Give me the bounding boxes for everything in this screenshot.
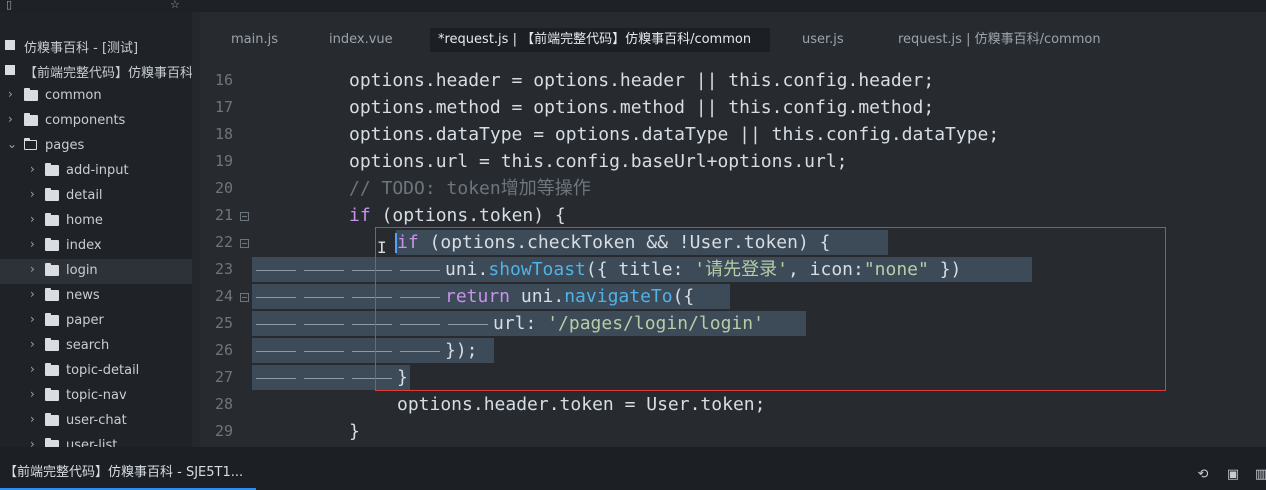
layout-icon[interactable]: ▥ <box>1254 468 1266 482</box>
code-line-21: if (options.token) { <box>349 205 566 226</box>
tab-user-js[interactable]: user.js <box>802 28 844 52</box>
tab-main-js[interactable]: main.js <box>231 28 278 52</box>
sidebar-item-paper[interactable]: › paper <box>0 309 192 334</box>
chevron-right-icon: › <box>30 262 35 276</box>
fold-toggle-icon[interactable] <box>240 239 249 248</box>
chevron-right-icon: › <box>30 437 35 447</box>
code-line-28: options.header.token = User.token; <box>397 394 766 415</box>
line-number: 17 <box>214 98 233 116</box>
chevron-right-icon: › <box>30 387 35 401</box>
folder-icon <box>45 313 59 326</box>
folder-icon <box>45 163 59 176</box>
sidebar-item-components[interactable]: › components <box>0 109 192 134</box>
line-number: 19 <box>214 152 233 170</box>
line-number: 18 <box>214 125 233 143</box>
tab-index-vue[interactable]: index.vue <box>329 28 393 52</box>
sidebar-item-index[interactable]: › index <box>0 234 192 259</box>
line-number: 16 <box>214 71 233 89</box>
chevron-right-icon: › <box>30 412 35 426</box>
folder-icon <box>45 438 59 447</box>
chevron-right-icon: › <box>30 212 35 226</box>
chevron-right-icon: › <box>30 187 35 201</box>
sidebar-item-topic-detail[interactable]: › topic-detail <box>0 359 192 384</box>
project-row[interactable]: 【前端完整代码】仿糗事百科 <box>0 58 193 83</box>
folder-icon <box>45 213 59 226</box>
sidebar-item-detail[interactable]: › detail <box>0 184 192 209</box>
folder-icon <box>45 263 59 276</box>
highlight-box <box>375 227 1166 391</box>
line-number: 27 <box>214 368 233 386</box>
chevron-right-icon: › <box>30 362 35 376</box>
project-row[interactable]: 仿糗事百科 - [测试] <box>0 33 192 58</box>
sidebar-item-pages[interactable]: ⌄ pages <box>0 134 192 159</box>
folder-icon <box>45 388 59 401</box>
folder-icon <box>45 188 59 201</box>
line-number: 25 <box>214 314 233 332</box>
project-explorer: 仿糗事百科 - [测试] 【前端完整代码】仿糗事百科 › common › co… <box>0 12 200 447</box>
folder-icon <box>45 413 59 426</box>
chevron-right-icon: › <box>8 87 13 101</box>
folder-icon <box>45 238 59 251</box>
chevron-right-icon: › <box>30 162 35 176</box>
panel-icon[interactable]: ▣ <box>1226 468 1240 482</box>
folder-icon <box>45 288 59 301</box>
chevron-down-icon: ⌄ <box>7 137 18 151</box>
fold-toggle-icon[interactable] <box>240 212 249 221</box>
sidebar-item-user-chat[interactable]: › user-chat <box>0 409 192 434</box>
folder-icon <box>24 88 38 101</box>
star-icon[interactable]: ☆ <box>170 0 180 11</box>
project-icon <box>5 65 15 75</box>
sidebar-item-common[interactable]: › common <box>0 84 192 109</box>
sidebar-item-add-input[interactable]: › add-input <box>0 159 192 184</box>
editor-tabbar: main.js index.vue *request.js | 【前端完整代码】… <box>200 12 1266 62</box>
chevron-right-icon: › <box>30 337 35 351</box>
code-line-16: options.header = options.header || this.… <box>349 70 935 91</box>
sidebar-item-topic-nav[interactable]: › topic-nav <box>0 384 192 409</box>
sync-icon[interactable]: ⟲ <box>1196 468 1210 482</box>
line-number: 26 <box>214 341 233 359</box>
chevron-right-icon: › <box>30 312 35 326</box>
line-number: 28 <box>214 395 233 413</box>
line-number: 21 <box>214 206 233 224</box>
fold-toggle-icon[interactable] <box>240 293 249 302</box>
chevron-right-icon: › <box>8 112 13 126</box>
sidebar-item-search[interactable]: › search <box>0 334 192 359</box>
project-icon <box>5 40 15 50</box>
code-line-18: options.dataType = options.dataType || t… <box>349 124 1000 145</box>
line-number: 20 <box>214 179 233 197</box>
code-line-20-comment: // TODO: token增加等操作 <box>349 178 591 199</box>
code-line-29: } <box>349 421 360 442</box>
line-number: 23 <box>214 260 233 278</box>
chevron-right-icon: › <box>30 237 35 251</box>
folder-icon <box>45 363 59 376</box>
title-toolbar: ▯ ☆ <box>0 0 1266 12</box>
tab-request-js[interactable]: request.js | 仿糗事百科/common <box>898 28 1101 52</box>
sidebar-item-login[interactable]: › login <box>0 259 192 284</box>
chevron-right-icon: › <box>30 287 35 301</box>
code-editor[interactable]: 16 17 18 19 20 21 22 23 24 25 26 27 28 2… <box>200 62 1266 447</box>
line-number: 29 <box>214 422 233 440</box>
toolbar-icon[interactable]: ▯ <box>6 0 12 11</box>
sidebar-item-news[interactable]: › news <box>0 284 192 309</box>
sidebar-item-user-list[interactable]: › user-list <box>0 434 192 447</box>
project-status-tab[interactable]: 【前端完整代码】仿糗事百科 - SJE5T1... <box>0 464 243 490</box>
folder-icon <box>45 338 59 351</box>
folder-open-icon <box>24 138 38 151</box>
line-number: 24 <box>214 287 233 305</box>
sidebar-splitter[interactable] <box>192 12 200 447</box>
status-bar: 【前端完整代码】仿糗事百科 - SJE5T1... ⟲ ▣ ▥ <box>0 447 1266 490</box>
sidebar-item-home[interactable]: › home <box>0 209 192 234</box>
line-number: 22 <box>214 233 233 251</box>
code-line-17: options.method = options.method || this.… <box>349 97 935 118</box>
code-line-19: options.url = this.config.baseUrl+option… <box>349 151 848 172</box>
folder-icon <box>24 113 38 126</box>
tab-request-js-active[interactable]: *request.js | 【前端完整代码】仿糗事百科/common <box>430 28 770 52</box>
